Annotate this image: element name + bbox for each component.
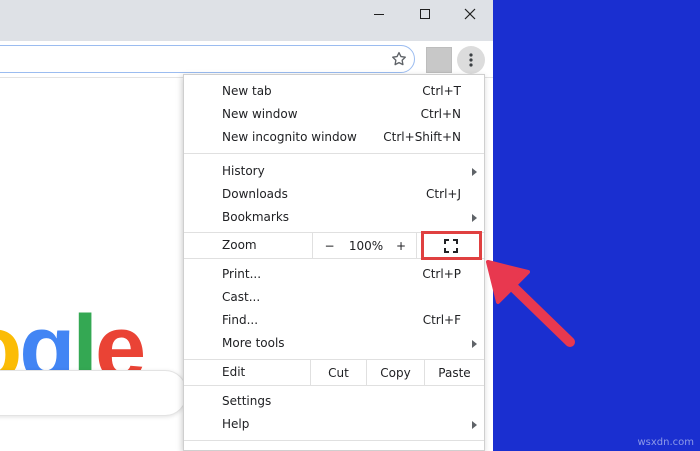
menu-item-shortcut: Ctrl+F — [422, 313, 461, 327]
close-button[interactable] — [447, 0, 493, 28]
browser-window: ogle New tab Ctrl+T New window Ctrl+N Ne… — [0, 0, 493, 451]
minimize-button[interactable] — [356, 0, 402, 28]
menu-item-label: Find... — [222, 313, 259, 327]
address-bar[interactable] — [0, 45, 415, 73]
chrome-menu: New tab Ctrl+T New window Ctrl+N New inc… — [183, 74, 485, 451]
menu-item-label: New incognito window — [222, 130, 357, 144]
menu-item-label: New tab — [222, 84, 272, 98]
chrome-menu-button[interactable] — [457, 46, 485, 74]
minimize-icon — [374, 14, 384, 15]
menu-item-shortcut: Ctrl+J — [426, 187, 461, 201]
menu-item-label: Help — [222, 417, 250, 431]
menu-item-settings[interactable]: Settings — [184, 390, 484, 413]
menu-item-label: Bookmarks — [222, 210, 290, 224]
chevron-right-icon — [472, 168, 477, 176]
menu-item-new-incognito-window[interactable]: New incognito window Ctrl+Shift+N — [184, 126, 484, 149]
menu-item-history[interactable]: History — [184, 160, 484, 183]
red-arrow-icon — [486, 260, 575, 347]
zoom-level: 100% — [348, 238, 384, 253]
chevron-right-icon — [472, 340, 477, 348]
menu-item-shortcut: Ctrl+Shift+N — [383, 130, 461, 144]
extension-icon[interactable] — [426, 47, 452, 73]
menu-separator — [184, 153, 484, 154]
menu-item-label: New window — [222, 107, 298, 121]
menu-item-find[interactable]: Find... Ctrl+F — [184, 309, 484, 332]
menu-item-new-tab[interactable]: New tab Ctrl+T — [184, 80, 484, 103]
menu-item-bookmarks[interactable]: Bookmarks — [184, 206, 484, 229]
fullscreen-highlight-box — [421, 231, 482, 260]
menu-item-label: More tools — [222, 336, 285, 350]
desktop-background — [493, 0, 700, 451]
zoom-label: Zoom — [222, 238, 257, 252]
menu-item-more-tools[interactable]: More tools — [184, 332, 484, 355]
menu-item-shortcut: Ctrl+N — [420, 107, 461, 121]
menu-item-label: Print... — [222, 267, 262, 281]
copy-button[interactable]: Copy — [366, 360, 424, 385]
watermark: wsxdn.com — [637, 437, 694, 448]
menu-item-print[interactable]: Print... Ctrl+P — [184, 263, 484, 286]
title-bar — [0, 0, 493, 41]
menu-item-shortcut: Ctrl+T — [422, 84, 461, 98]
menu-item-cast[interactable]: Cast... — [184, 286, 484, 309]
menu-item-help[interactable]: Help — [184, 413, 484, 436]
chevron-right-icon — [472, 214, 477, 222]
menu-separator — [184, 440, 484, 441]
menu-item-label: Cast... — [222, 290, 261, 304]
chevron-right-icon — [472, 421, 477, 429]
search-input[interactable] — [0, 370, 187, 416]
close-icon — [464, 8, 476, 20]
maximize-button[interactable] — [402, 0, 448, 28]
toolbar — [0, 41, 493, 78]
cut-button[interactable]: Cut — [310, 360, 366, 385]
menu-item-shortcut: Ctrl+P — [422, 267, 461, 281]
star-icon[interactable] — [390, 50, 408, 68]
paste-button[interactable]: Paste — [424, 360, 484, 385]
zoom-in-button[interactable]: + — [386, 233, 416, 258]
menu-item-new-window[interactable]: New window Ctrl+N — [184, 103, 484, 126]
kebab-menu-icon — [469, 53, 473, 67]
edit-label: Edit — [222, 365, 246, 379]
menu-separator — [184, 385, 484, 386]
maximize-icon — [420, 9, 430, 19]
menu-edit-row: Edit Cut Copy Paste — [184, 360, 484, 385]
menu-item-label: History — [222, 164, 265, 178]
menu-item-label: Settings — [222, 394, 272, 408]
menu-item-label: Downloads — [222, 187, 288, 201]
menu-item-downloads[interactable]: Downloads Ctrl+J — [184, 183, 484, 206]
zoom-out-button[interactable]: − — [312, 233, 346, 258]
